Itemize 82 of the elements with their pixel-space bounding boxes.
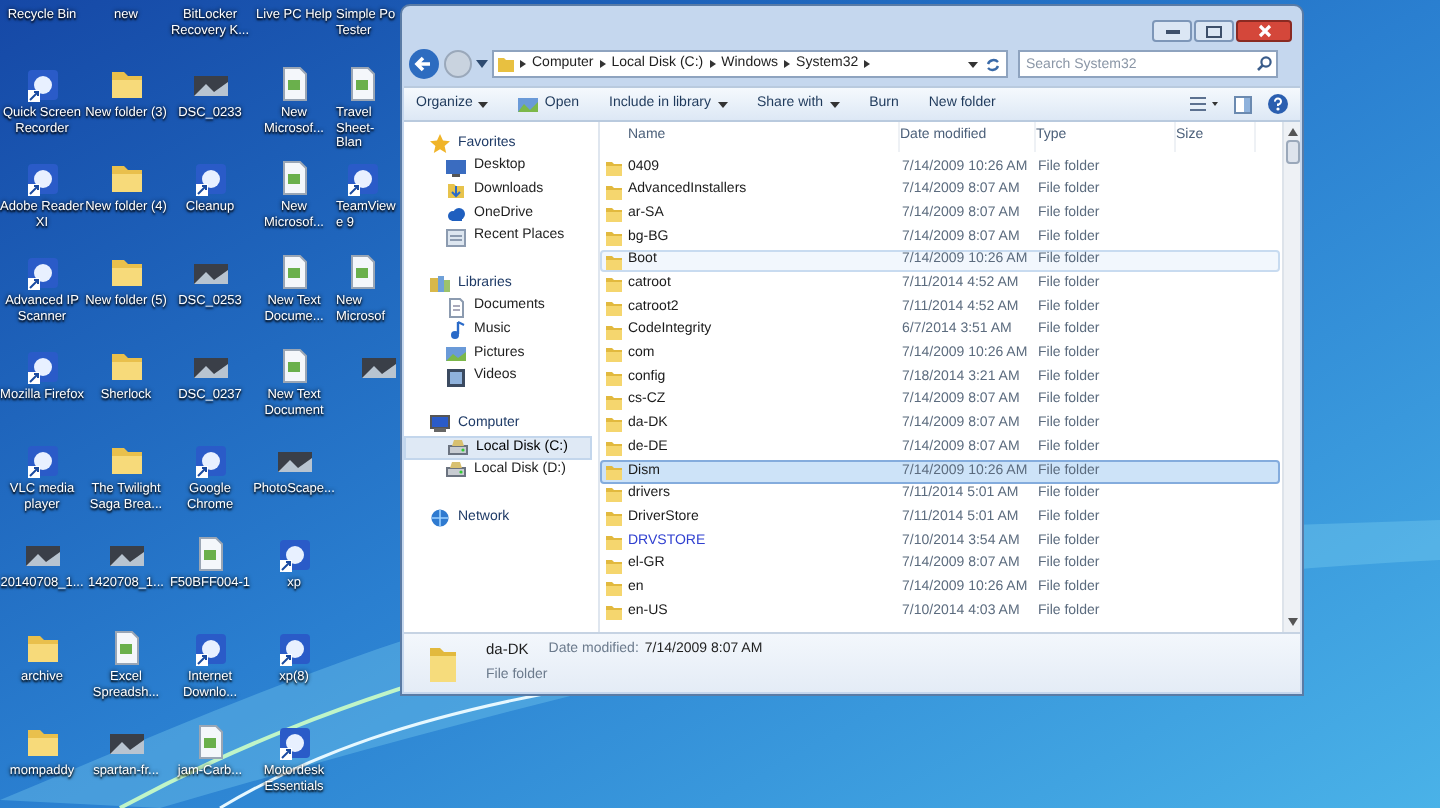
scroll-down-icon[interactable] [1287,618,1297,626]
breadcrumb-arrow-icon[interactable] [709,60,716,68]
computer-icon [430,414,450,435]
view-options-icon[interactable] [1190,96,1218,112]
folder-icon [606,276,622,293]
app-icon [275,724,313,762]
folder-icon [606,206,622,223]
monitor-icon [446,157,466,178]
caret-icon [717,101,727,107]
drive-icon [446,460,466,481]
app-icon [23,442,61,480]
caret-icon [829,101,840,107]
folder-icon [606,486,622,503]
breadcrumb-arrow-icon[interactable] [520,60,526,68]
app-icon [275,536,313,574]
preview-pane-icon[interactable] [1234,95,1252,113]
folder-icon [606,603,622,620]
folder-icon [606,346,622,363]
app-icon [23,66,61,104]
folder-icon [606,440,622,457]
search-icon [1256,56,1272,72]
cloud-icon [446,203,466,224]
books-icon [430,273,450,294]
film-icon [446,367,466,388]
globe-icon [430,507,450,528]
folder-icon [428,643,458,683]
folder-icon [606,510,622,527]
help-icon[interactable] [1268,94,1288,114]
folder-icon [606,393,622,410]
app-icon [23,254,61,292]
folder-icon [606,229,622,246]
minimize-icon [1165,28,1179,34]
folder-icon [606,557,622,574]
close-icon [1257,24,1271,38]
scrollbar[interactable] [1282,122,1300,632]
folder-icon [606,463,622,480]
folder-icon [107,254,145,292]
app-icon [191,160,229,198]
folder-icon [606,159,622,176]
dropdown-caret-icon[interactable] [968,61,978,67]
star-icon [430,133,450,154]
folder-icon [606,416,622,433]
folder-icon [606,253,622,270]
breadcrumb-arrow-icon[interactable] [784,60,791,68]
maximize-icon [1206,25,1222,37]
scroll-thumb[interactable] [1285,140,1299,164]
back-button[interactable] [408,48,440,80]
folder-icon [498,56,514,72]
app-icon [275,630,313,668]
breadcrumb-arrow-icon[interactable] [599,60,606,68]
refresh-icon[interactable] [984,55,1002,73]
scroll-up-icon[interactable] [1287,128,1297,136]
breadcrumb-arrow-icon[interactable] [864,60,871,68]
folder-icon [107,66,145,104]
download-folder-icon [446,180,466,201]
window-icon [446,227,466,248]
app-icon [23,160,61,198]
folder-icon [23,630,61,668]
app-icon [344,160,382,198]
app-icon [23,348,61,386]
close-button[interactable] [1236,20,1292,42]
folder-icon [23,724,61,762]
folder-icon [606,299,622,316]
recent-pages-caret-icon[interactable] [476,60,488,68]
document-icon [446,297,466,318]
folder-icon [606,183,622,200]
folder-icon [606,323,622,340]
music-note-icon [446,320,466,341]
folder-icon [606,533,622,550]
folder-icon [606,370,622,387]
maximize-button[interactable] [1194,20,1234,42]
folder-icon [107,348,145,386]
caret-icon [478,101,489,107]
picture-icon [518,95,539,113]
picture-icon [446,344,466,365]
app-icon [191,442,229,480]
folder-icon [107,160,145,198]
minimize-button[interactable] [1152,20,1192,42]
folder-icon [107,442,145,480]
app-icon [191,630,229,668]
folder-icon [606,580,622,597]
drive-icon [448,437,468,458]
